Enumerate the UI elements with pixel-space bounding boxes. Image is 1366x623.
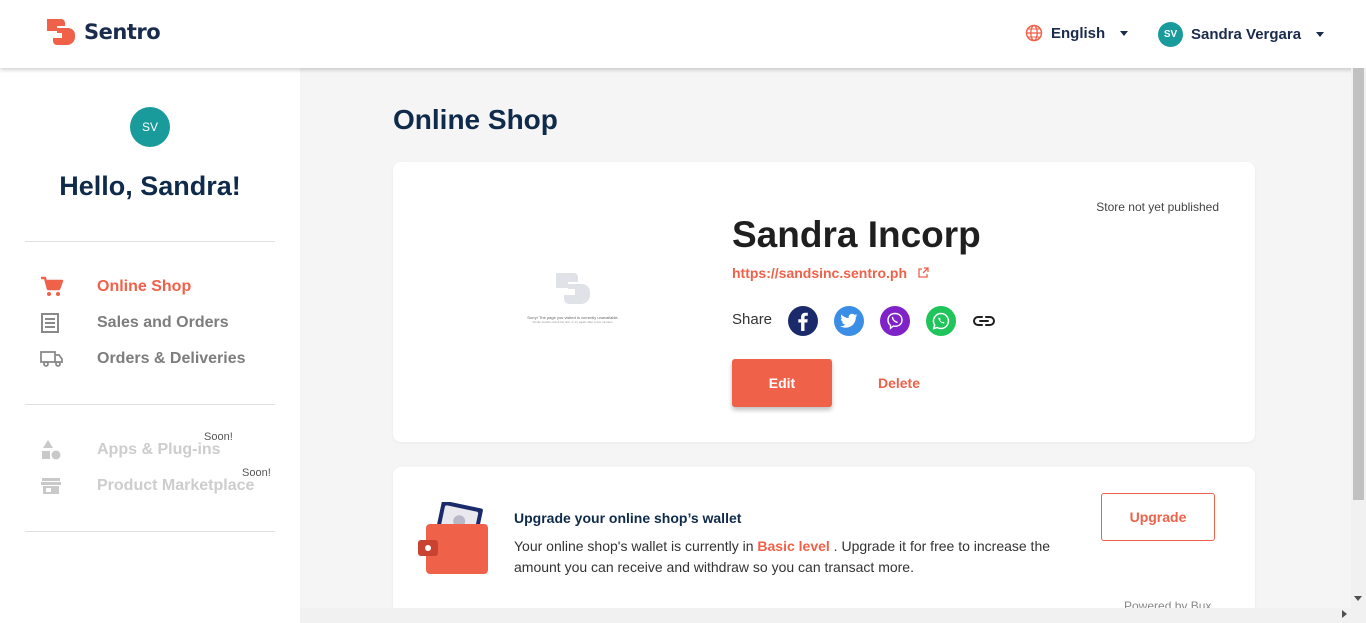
sentro-logo-icon xyxy=(47,19,75,45)
wallet-desc-text: Your online shop's wallet is currently i… xyxy=(514,538,758,554)
chevron-down-icon xyxy=(1316,32,1325,37)
sentro-logo[interactable]: Sentro xyxy=(45,17,161,47)
soon-badge: Soon! xyxy=(204,431,233,443)
store-name: Sandra Incorp xyxy=(732,214,981,255)
divider xyxy=(25,531,275,532)
sidebar-item-label: Sales and Orders xyxy=(97,314,229,331)
sidebar-item-label: Online Shop xyxy=(97,278,192,295)
wallet-level: Basic level xyxy=(757,538,830,554)
sidebar-item-product-marketplace[interactable]: Product Marketplace xyxy=(40,474,254,498)
sidebar-item-apps-plugins[interactable]: Apps & Plug-ins xyxy=(40,438,221,462)
wallet-title: Upgrade your online shop’s wallet xyxy=(514,510,742,526)
sidebar: SV Hello, Sandra! Online Shop Sales and … xyxy=(0,68,300,623)
sidebar-avatar: SV xyxy=(130,107,170,147)
chevron-down-icon xyxy=(1120,30,1129,36)
whatsapp-icon xyxy=(932,312,950,330)
delete-button[interactable]: Delete xyxy=(862,359,936,407)
language-selector[interactable]: English xyxy=(1025,24,1129,42)
top-header: Sentro English SV Sandra Vergara xyxy=(0,0,1366,68)
external-link-icon xyxy=(918,267,929,278)
scrollbar-thumb[interactable] xyxy=(1353,68,1364,500)
user-menu[interactable]: SV Sandra Vergara xyxy=(1158,22,1325,47)
logo-text: Sentro xyxy=(84,20,161,44)
greeting: Hello, Sandra! xyxy=(59,171,241,201)
store-icon xyxy=(40,475,66,497)
truck-icon xyxy=(40,348,66,370)
language-label: English xyxy=(1051,24,1106,42)
user-name: Sandra Vergara xyxy=(1191,26,1302,43)
share-viber-button[interactable] xyxy=(880,306,910,336)
avatar: SV xyxy=(1158,22,1183,47)
wallet-card: Upgrade your online shop’s wallet Your o… xyxy=(393,467,1255,623)
page-title: Online Shop xyxy=(393,104,558,135)
divider xyxy=(25,404,275,405)
share-facebook-button[interactable] xyxy=(788,306,818,336)
sidebar-item-label: Product Marketplace xyxy=(97,477,255,494)
divider xyxy=(25,241,275,242)
sidebar-item-label: Orders & Deliveries xyxy=(97,350,246,367)
share-label: Share xyxy=(732,311,773,328)
twitter-icon xyxy=(840,313,858,328)
sidebar-item-orders-deliveries[interactable]: Orders & Deliveries xyxy=(40,347,246,371)
scroll-right-arrow-icon[interactable] xyxy=(1342,610,1347,618)
facebook-icon xyxy=(798,312,808,331)
wallet-description: Your online shop's wallet is currently i… xyxy=(514,536,1084,578)
link-icon xyxy=(973,316,995,326)
cart-icon xyxy=(40,276,66,298)
edit-button[interactable]: Edit xyxy=(732,359,832,407)
store-url-text: https://sandsinc.sentro.ph xyxy=(732,265,908,281)
store-card: Sorry! The page you visited is currently… xyxy=(393,162,1255,442)
share-twitter-button[interactable] xyxy=(834,306,864,336)
sentro-placeholder-icon xyxy=(556,273,590,304)
shapes-icon xyxy=(40,439,66,461)
store-status: Store not yet published xyxy=(1096,200,1219,214)
sidebar-item-label: Apps & Plug-ins xyxy=(97,441,221,458)
upgrade-button[interactable]: Upgrade xyxy=(1101,493,1215,541)
preview-hint: Kindly double check the link, or try aga… xyxy=(532,320,614,324)
globe-icon xyxy=(1025,24,1043,42)
vertical-scrollbar[interactable] xyxy=(1351,68,1366,608)
store-preview-thumbnail[interactable]: Sorry! The page you visited is currently… xyxy=(513,270,633,324)
receipt-icon xyxy=(40,312,66,334)
sidebar-item-online-shop[interactable]: Online Shop xyxy=(40,275,191,299)
wallet-icon xyxy=(418,502,488,574)
store-url-link[interactable]: https://sandsinc.sentro.ph xyxy=(732,265,929,281)
soon-badge: Soon! xyxy=(242,467,271,479)
share-whatsapp-button[interactable] xyxy=(926,306,956,336)
horizontal-scrollbar[interactable] xyxy=(300,608,1366,623)
sidebar-item-sales-and-orders[interactable]: Sales and Orders xyxy=(40,311,229,335)
scroll-down-arrow-icon[interactable] xyxy=(1354,596,1362,601)
viber-icon xyxy=(887,312,903,330)
copy-link-button[interactable] xyxy=(969,306,999,336)
